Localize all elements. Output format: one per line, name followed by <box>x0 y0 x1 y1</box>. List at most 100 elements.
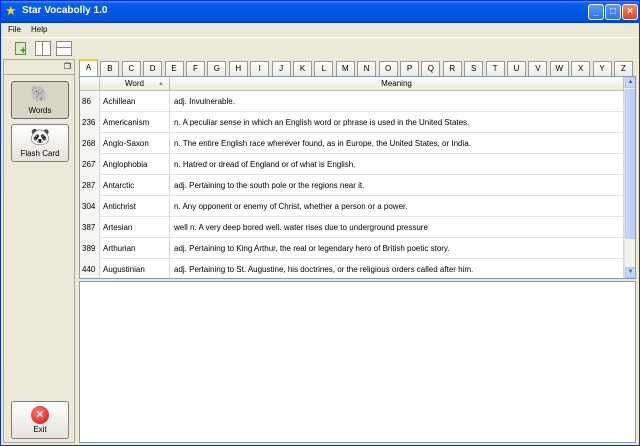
exit-button[interactable]: ✕ Exit <box>11 401 69 439</box>
row-meaning: n. The entire English race wherever foun… <box>170 133 624 154</box>
row-number: 267 <box>80 154 100 175</box>
title-bar[interactable]: ★ Star Vocabolly 1.0 _ □ × <box>1 1 639 23</box>
row-meaning: n. Any opponent or enemy of Christ, whet… <box>170 196 624 217</box>
row-meaning: adj. Pertaining to St. Augustine, his do… <box>170 259 624 278</box>
row-number: 389 <box>80 238 100 259</box>
scroll-thumb[interactable] <box>625 89 635 239</box>
tab-letter-o[interactable]: O <box>378 61 398 76</box>
table-row[interactable]: 267 Anglophobia n. Hatred or dread of Engl… <box>80 154 624 175</box>
letter-tabs: ABCDEFGHIJKLMNOPQRSTUVWXYZ <box>79 59 636 76</box>
toolbar: + <box>1 37 639 59</box>
table-row[interactable]: 304 Antichrist n. Any opponent or enemy of… <box>80 196 624 217</box>
tab-letter-e[interactable]: E <box>164 61 184 76</box>
tab-letter-j[interactable]: J <box>271 61 291 76</box>
vertical-scrollbar[interactable]: ▲ ▼ <box>624 77 635 278</box>
star-icon: ★ <box>5 3 17 18</box>
sidebar: ❐ 🐘 Words 🐼 Flash Card ✕ Exit <box>3 59 75 443</box>
table-row[interactable]: 236 Americanism n. A peculiar sense in whi… <box>80 112 624 133</box>
row-word: Anglo-Saxon <box>100 133 170 154</box>
tab-letter-v[interactable]: V <box>528 61 548 76</box>
tab-letter-s[interactable]: S <box>464 61 484 76</box>
row-meaning: n. Hatred or dread of England or of what… <box>170 154 624 175</box>
tab-letter-a[interactable]: A <box>79 59 98 76</box>
tab-letter-i[interactable]: I <box>250 61 270 76</box>
tab-letter-r[interactable]: R <box>442 61 462 76</box>
table-row[interactable]: 389 Arthurian adj. Pertaining to King Arth… <box>80 238 624 259</box>
tab-letter-h[interactable]: H <box>228 61 248 76</box>
row-number: 287 <box>80 175 100 196</box>
minimize-button[interactable]: _ <box>588 4 604 20</box>
menu-help[interactable]: Help <box>31 25 47 34</box>
tab-letter-g[interactable]: G <box>207 61 227 76</box>
sort-asc-icon: ▲ <box>158 81 164 87</box>
word-table: Word ▲ Meaning 86 Achillean adj. Invulnera… <box>79 76 636 279</box>
header-meaning[interactable]: Meaning <box>170 77 624 91</box>
maximize-button[interactable]: □ <box>605 4 621 20</box>
words-button[interactable]: 🐘 Words <box>11 81 69 119</box>
row-meaning: n. A peculiar sense in which an English … <box>170 112 624 133</box>
table-row[interactable]: 86 Achillean adj. Invulnerable. <box>80 91 624 112</box>
row-word: Arthurian <box>100 238 170 259</box>
row-number: 440 <box>80 259 100 278</box>
row-number: 304 <box>80 196 100 217</box>
row-word: Antarctic <box>100 175 170 196</box>
row-number: 236 <box>80 112 100 133</box>
close-button[interactable]: × <box>622 4 638 20</box>
app-window: ★ Star Vocabolly 1.0 _ □ × File Help + ❐… <box>0 0 640 446</box>
stacked-view-icon[interactable] <box>56 41 72 56</box>
tab-letter-c[interactable]: C <box>121 61 141 76</box>
row-number: 86 <box>80 91 100 112</box>
menu-file[interactable]: File <box>8 25 21 34</box>
tab-letter-u[interactable]: U <box>507 61 526 76</box>
words-label: Words <box>28 106 52 115</box>
restore-panel-icon[interactable]: ❐ <box>64 62 71 71</box>
tab-letter-z[interactable]: Z <box>614 61 633 76</box>
flash-card-label: Flash Card <box>20 149 60 158</box>
row-meaning: well n. A very deep bored well. water ri… <box>170 217 624 238</box>
menu-bar: File Help <box>1 23 639 37</box>
tab-letter-y[interactable]: Y <box>592 61 612 76</box>
tab-letter-l[interactable]: L <box>314 61 334 76</box>
sidebar-header: ❐ <box>4 60 74 75</box>
tab-letter-t[interactable]: T <box>485 61 505 76</box>
row-word: Achillean <box>100 91 170 112</box>
row-word: Anglophobia <box>100 154 170 175</box>
window-title: Star Vocabolly 1.0 <box>22 5 108 16</box>
panda-icon: 🐼 <box>30 129 50 146</box>
row-word: Antichrist <box>100 196 170 217</box>
tab-letter-n[interactable]: N <box>357 61 377 76</box>
row-meaning: adj. Pertaining to King Arthur, the real… <box>170 238 624 259</box>
exit-label: Exit <box>33 425 47 434</box>
table-row[interactable]: 268 Anglo-Saxon n. The entire English race… <box>80 133 624 154</box>
flash-card-button[interactable]: 🐼 Flash Card <box>11 124 69 162</box>
row-word: Americanism <box>100 112 170 133</box>
tab-letter-p[interactable]: P <box>400 61 419 76</box>
table-row[interactable]: 287 Antarctic adj. Pertaining to the south… <box>80 175 624 196</box>
header-word-label: Word <box>125 79 144 88</box>
row-meaning: adj. Invulnerable. <box>170 91 624 112</box>
tab-letter-b[interactable]: B <box>100 61 120 76</box>
tab-letter-x[interactable]: X <box>571 61 591 76</box>
exit-icon: ✕ <box>31 406 49 424</box>
scroll-up-icon[interactable]: ▲ <box>625 77 635 88</box>
tab-letter-d[interactable]: D <box>143 61 163 76</box>
header-word[interactable]: Word ▲ <box>100 77 170 91</box>
row-word: Augustinian <box>100 259 170 278</box>
tab-letter-m[interactable]: M <box>335 61 355 76</box>
row-number: 387 <box>80 217 100 238</box>
tab-letter-q[interactable]: Q <box>421 61 441 76</box>
add-word-icon[interactable]: + <box>13 41 29 57</box>
split-view-icon[interactable] <box>35 41 51 56</box>
scroll-down-icon[interactable]: ▼ <box>625 267 635 278</box>
tab-letter-f[interactable]: F <box>186 61 205 76</box>
table-row[interactable]: 440 Augustinian adj. Pertaining to St. Aug… <box>80 259 624 278</box>
row-number: 268 <box>80 133 100 154</box>
tab-letter-w[interactable]: W <box>549 61 569 76</box>
table-header: Word ▲ Meaning <box>80 77 624 91</box>
table-row[interactable]: 387 Artesian well n. A very deep bored wel… <box>80 217 624 238</box>
header-number[interactable] <box>80 77 100 91</box>
row-meaning: adj. Pertaining to the south pole or the… <box>170 175 624 196</box>
elephant-icon: 🐘 <box>30 86 50 103</box>
detail-panel <box>79 281 636 443</box>
tab-letter-k[interactable]: K <box>293 61 312 76</box>
